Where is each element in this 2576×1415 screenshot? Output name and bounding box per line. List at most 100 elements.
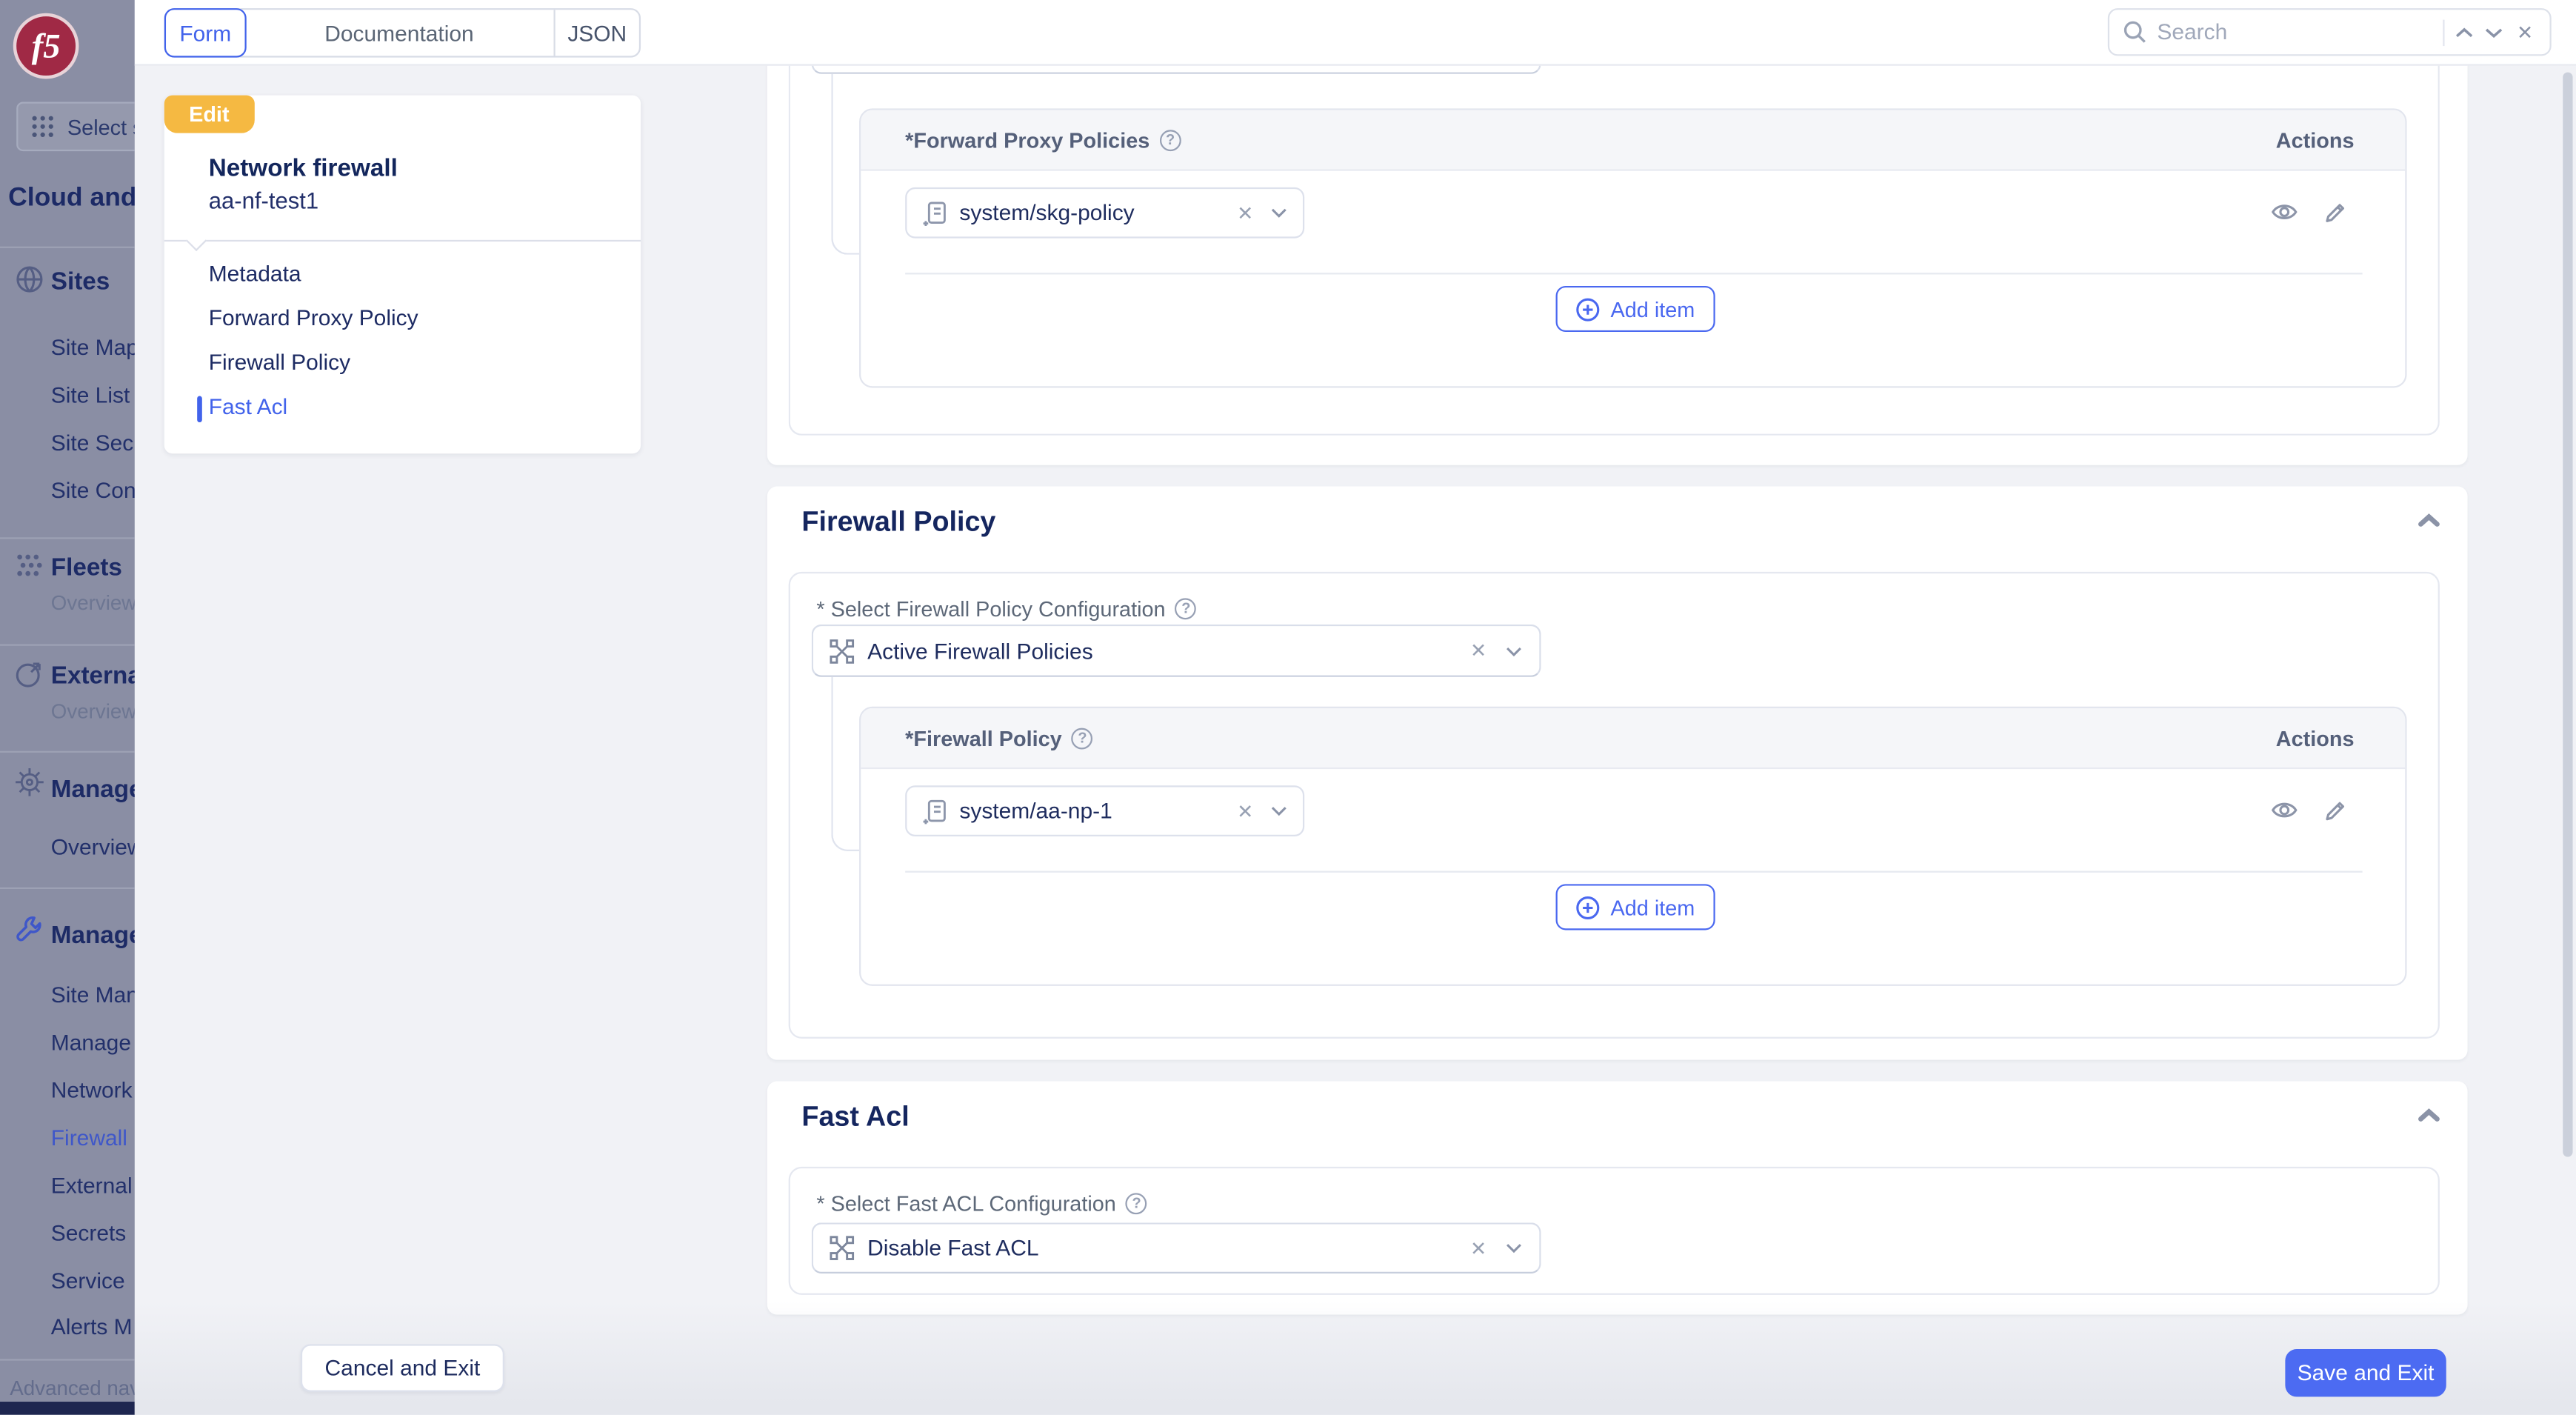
- sidebar-item-external[interactable]: External: [51, 1173, 133, 1198]
- collapse-icon[interactable]: [2417, 1108, 2441, 1124]
- sidebar-item-service[interactable]: Service: [51, 1268, 125, 1293]
- clear-icon[interactable]: ✕: [1232, 202, 1258, 224]
- table-title: *Firewall Policy ?: [905, 725, 1093, 750]
- form-nav-notch: [186, 230, 207, 251]
- select-service-label: Select s: [67, 114, 135, 139]
- policy-ref-select[interactable]: system/aa-np-1 ✕: [905, 785, 1304, 836]
- clear-icon[interactable]: ✕: [1232, 799, 1258, 822]
- sidebar-item-site-list[interactable]: Site List: [51, 383, 130, 407]
- question-icon[interactable]: ?: [1175, 598, 1197, 619]
- view-icon[interactable]: [2270, 799, 2298, 822]
- drawer-topbar: Form Documentation JSON ✕: [135, 0, 2576, 66]
- select-value: system/skg-policy: [959, 201, 1221, 225]
- sidebar-item-managed-overview[interactable]: Overview: [51, 835, 135, 859]
- grid-icon: [30, 113, 56, 139]
- sidebar-item-site-security[interactable]: Site Secu: [51, 430, 135, 455]
- edit-icon[interactable]: [2323, 799, 2347, 823]
- sidebar-item-fleets-overview[interactable]: Overview: [51, 592, 135, 615]
- sidebar-divider: [0, 644, 135, 645]
- search-input[interactable]: [2157, 20, 2433, 44]
- clear-icon[interactable]: ✕: [1465, 639, 1492, 662]
- actions-column-header: Actions: [2276, 127, 2355, 152]
- firewall-policy-table: *Firewall Policy ? Actions system/aa-np-…: [859, 707, 2406, 986]
- sidebar-item-firewall[interactable]: Firewall: [51, 1125, 127, 1150]
- search-icon: [2123, 20, 2147, 44]
- shield-arrow-icon: [13, 657, 46, 690]
- table-body: system/skg-policy ✕: [861, 171, 2405, 388]
- edit-badge: Edit: [164, 96, 254, 133]
- sidebar-item-networking[interactable]: Network: [51, 1078, 133, 1102]
- tab-json[interactable]: JSON: [553, 10, 638, 56]
- active-item-bar: [197, 396, 202, 422]
- chevron-down-icon[interactable]: [1505, 1242, 1523, 1254]
- tree-connector: [831, 74, 859, 255]
- tab-form[interactable]: Form: [164, 8, 247, 58]
- workflow-icon: [830, 1236, 854, 1260]
- sidebar-divider: [0, 751, 135, 753]
- close-icon[interactable]: ✕: [2514, 21, 2537, 44]
- sidebar-group-manage[interactable]: Manage: [51, 922, 135, 950]
- sidebar-item-site-management[interactable]: Site Man: [51, 982, 135, 1007]
- sidebar-divider: [0, 888, 135, 889]
- chevron-down-icon[interactable]: [1270, 805, 1288, 817]
- sidebar-item-secrets[interactable]: Secrets: [51, 1221, 127, 1245]
- object-name: aa-nf-test1: [209, 187, 318, 213]
- form-nav-item-metadata[interactable]: Metadata: [209, 262, 301, 286]
- form-nav-item-forward-proxy-policy[interactable]: Forward Proxy Policy: [209, 306, 418, 330]
- select-service-button[interactable]: Select s: [16, 102, 135, 152]
- field-label: * Select Firewall Policy Configuration ?: [816, 596, 1196, 621]
- globe-icon: [13, 263, 46, 296]
- question-icon[interactable]: ?: [1126, 1193, 1147, 1214]
- vertical-scrollbar[interactable]: [2563, 73, 2572, 1157]
- sidebar-group-managed-k8s[interactable]: Manage: [51, 776, 135, 804]
- sidebar-group-external[interactable]: Externa: [51, 662, 135, 690]
- sidebar-bottom-strip: [0, 1402, 135, 1415]
- policy-ref-select[interactable]: system/skg-policy ✕: [905, 187, 1304, 239]
- sidebar-group-sites[interactable]: Sites: [51, 268, 110, 296]
- question-icon[interactable]: ?: [1160, 129, 1181, 150]
- chevron-down-icon[interactable]: [2484, 25, 2504, 39]
- save-and-exit-button[interactable]: Save and Exit: [2285, 1349, 2446, 1396]
- add-item-button[interactable]: Add item: [1556, 286, 1715, 332]
- section-title: Firewall Policy: [801, 506, 995, 539]
- sidebar-item-site-connectivity[interactable]: Site Con: [51, 478, 135, 502]
- f5-logo[interactable]: f5: [13, 13, 79, 79]
- table-title: *Forward Proxy Policies ?: [905, 127, 1181, 152]
- question-icon[interactable]: ?: [1072, 728, 1093, 749]
- sidebar-item-site-map[interactable]: Site Map: [51, 335, 135, 359]
- section-firewall-policy: Firewall Policy * Select Firewall Policy…: [767, 487, 2468, 1060]
- clear-icon[interactable]: ✕: [1465, 1236, 1492, 1259]
- row-divider: [905, 273, 2362, 274]
- chevron-down-icon[interactable]: [1505, 645, 1523, 657]
- add-item-button[interactable]: Add item: [1556, 884, 1715, 930]
- edit-icon[interactable]: [2323, 201, 2347, 225]
- form-nav-item-firewall-policy[interactable]: Firewall Policy: [209, 350, 350, 374]
- add-item-label: Add item: [1611, 296, 1695, 321]
- field-label: * Select Fast ACL Configuration ?: [816, 1191, 1147, 1216]
- cancel-and-exit-button[interactable]: Cancel and Exit: [301, 1344, 504, 1391]
- actions-column-header: Actions: [2276, 725, 2355, 750]
- sidebar-divider: [0, 247, 135, 248]
- chevron-up-icon[interactable]: [2455, 25, 2475, 39]
- sidebar-group-fleets[interactable]: Fleets: [51, 553, 122, 582]
- search-box: ✕: [2108, 8, 2552, 56]
- document-plus-icon: [921, 798, 947, 824]
- firewall-policy-config-select[interactable]: Active Firewall Policies ✕: [812, 625, 1541, 677]
- collapse-icon[interactable]: [2417, 513, 2441, 529]
- sidebar-item-external-overview[interactable]: Overview: [51, 700, 135, 723]
- tab-documentation[interactable]: Documentation: [244, 10, 553, 56]
- table-header: *Forward Proxy Policies ? Actions: [861, 110, 2405, 171]
- sidebar: f5 Select s Cloud and Sites Site Map Sit…: [0, 0, 135, 1415]
- search-separator: [2443, 19, 2444, 45]
- tree-connector: [831, 677, 859, 851]
- fast-acl-config-select[interactable]: Disable Fast ACL ✕: [812, 1222, 1541, 1274]
- chevron-down-icon[interactable]: [1270, 207, 1288, 219]
- advanced-nav-toggle[interactable]: Advanced nav: [10, 1377, 135, 1400]
- document-plus-icon: [921, 199, 947, 225]
- sidebar-item-manage[interactable]: Manage: [51, 1031, 131, 1055]
- sidebar-item-alerts-management[interactable]: Alerts M: [51, 1314, 133, 1339]
- view-icon[interactable]: [2270, 201, 2298, 224]
- form-nav-item-fast-acl[interactable]: Fast Acl: [209, 394, 288, 419]
- add-item-label: Add item: [1611, 895, 1695, 919]
- sidebar-divider: [0, 1359, 135, 1360]
